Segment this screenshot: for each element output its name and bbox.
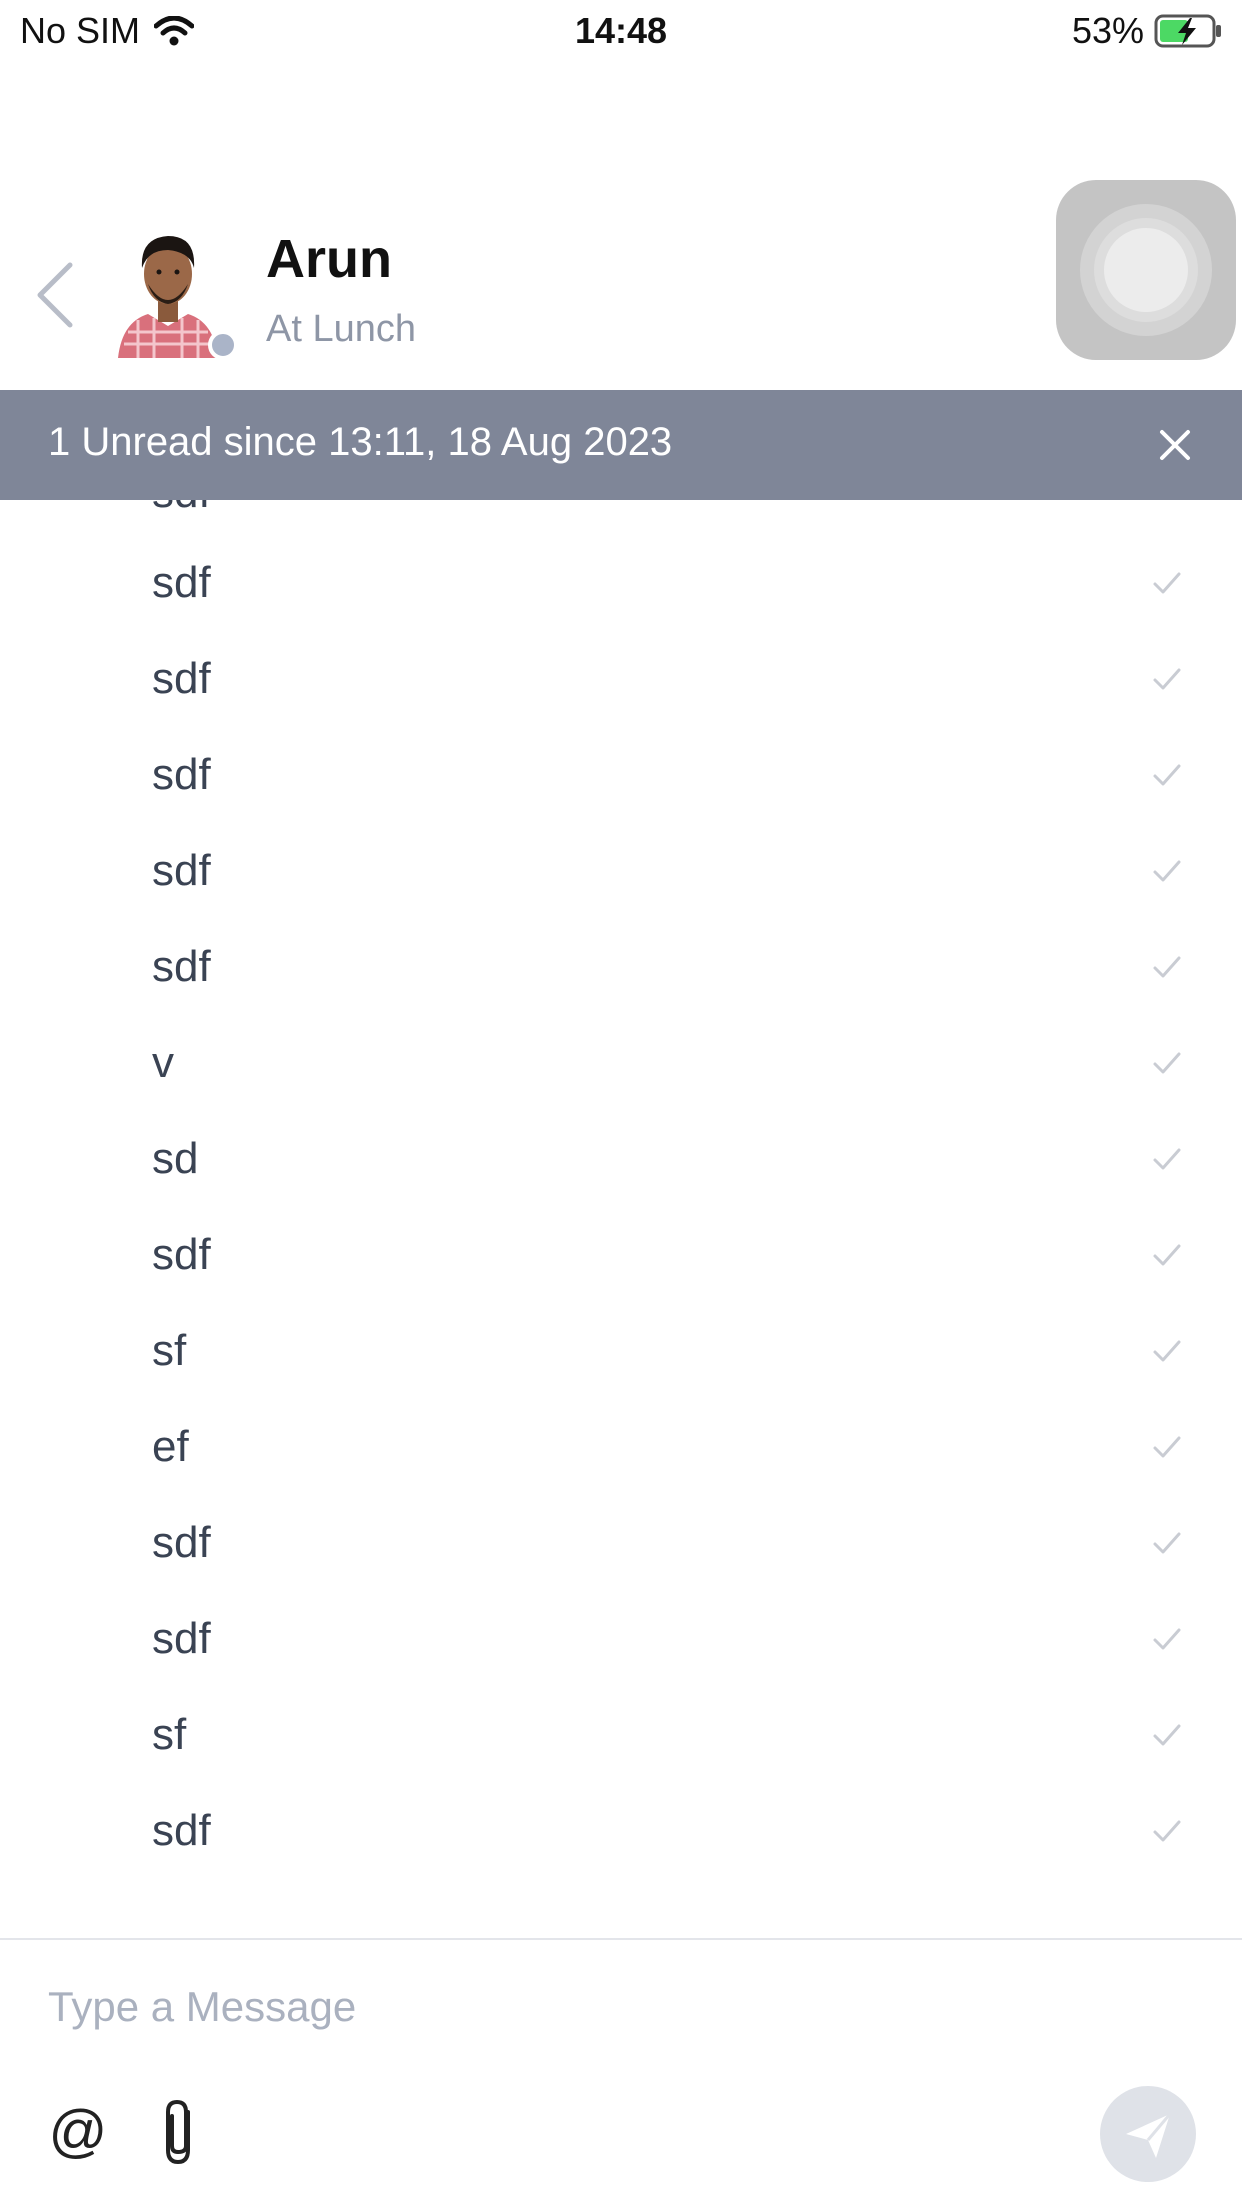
status-bar-right: 53% [1072, 10, 1224, 52]
battery-icon [1154, 14, 1221, 48]
message-row[interactable]: sdf [0, 728, 1242, 824]
send-button[interactable] [1100, 2086, 1196, 2182]
check-icon [1153, 764, 1181, 786]
message-row[interactable]: sf [0, 1304, 1242, 1400]
check-icon [1153, 1244, 1181, 1266]
unread-banner-text: 1 Unread since 13:11, 18 Aug 2023 [48, 420, 673, 464]
message-row[interactable]: sdf [0, 536, 1242, 632]
message-text: sdf [152, 942, 211, 991]
contact-status: At Lunch [266, 308, 416, 350]
presence-dot [208, 330, 238, 360]
message-text: sdf [152, 1518, 211, 1567]
close-icon[interactable] [1150, 420, 1200, 470]
check-icon [1153, 1532, 1181, 1554]
check-icon [1153, 1724, 1181, 1746]
message-text: v [152, 1038, 174, 1087]
check-icon [1153, 1052, 1181, 1074]
message-row[interactable]: sf [0, 1688, 1242, 1784]
send-icon [1126, 2113, 1172, 2158]
check-icon [1153, 668, 1181, 690]
message-text: sdf [152, 750, 211, 799]
check-icon [1153, 572, 1181, 594]
message-row[interactable]: sdf [0, 920, 1242, 1016]
avatar[interactable] [118, 222, 218, 358]
message-list[interactable]: sdf sdf sdf sdf sdf sdf v sd sdf sf ef sdf sdf sf sdf [0, 500, 1242, 1938]
message-row[interactable]: sdf [0, 1208, 1242, 1304]
message-text: sdf [152, 1806, 211, 1855]
contact-name[interactable]: Arun [266, 228, 392, 290]
message-row[interactable]: sdf [0, 824, 1242, 920]
battery-percent: 53% [1071, 10, 1144, 51]
message-text: sd [152, 1134, 199, 1183]
message-text: sdf [152, 1230, 211, 1279]
clock: 14:48 [574, 10, 668, 51]
check-icon [1153, 1340, 1181, 1362]
message-text: ef [152, 1422, 189, 1471]
message-text: sdf [152, 846, 211, 895]
check-icon [1153, 1148, 1181, 1170]
chevron-left-icon[interactable] [30, 255, 80, 335]
check-icon [1153, 1436, 1181, 1458]
message-row[interactable]: sdf [0, 1496, 1242, 1592]
assistive-touch-button[interactable] [1056, 180, 1236, 360]
paperclip-icon[interactable] [158, 2098, 202, 2168]
message-row[interactable]: v [0, 1016, 1242, 1112]
message-text: sdf [152, 558, 211, 607]
message-row[interactable]: sd [0, 1112, 1242, 1208]
composer-divider [0, 1938, 1242, 1940]
check-icon [1153, 956, 1181, 978]
check-icon [1153, 860, 1181, 882]
assistive-ring-inner [1104, 228, 1188, 312]
message-text: sf [152, 1326, 187, 1375]
check-icon [1153, 1820, 1181, 1842]
mention-button[interactable]: @ [46, 2100, 110, 2164]
message-text: sdf [152, 654, 211, 703]
message-row[interactable]: sdf [0, 1784, 1242, 1880]
message-input[interactable] [48, 1972, 1148, 2042]
message-row[interactable]: ef [0, 1400, 1242, 1496]
check-icon [1153, 1628, 1181, 1650]
message-text: sf [152, 1710, 187, 1759]
message-row[interactable]: sdf [0, 632, 1242, 728]
message-row[interactable]: sdf [0, 1592, 1242, 1688]
unread-banner[interactable]: 1 Unread since 13:11, 18 Aug 2023 [0, 390, 1242, 500]
message-text: sdf [152, 1614, 211, 1663]
status-bar: No SIM 14:48 53% [0, 0, 1242, 62]
message-partial: sdf [152, 500, 211, 518]
